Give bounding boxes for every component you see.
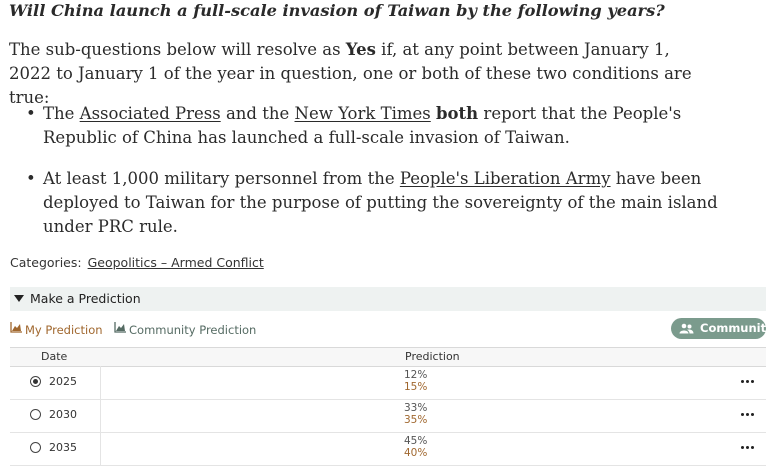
row-radio-button[interactable]: [30, 442, 41, 453]
tab-my-prediction-label: My Prediction: [25, 323, 103, 337]
my-prediction-value: 33%: [404, 402, 428, 414]
condition-item-2: At least 1,000 military personnel from t…: [26, 167, 723, 239]
condition-1-text-a: The: [43, 104, 80, 123]
area-chart-icon: [114, 322, 126, 333]
column-header-prediction: Prediction: [405, 350, 460, 363]
table-row[interactable]: 2030 33% 35%: [10, 399, 766, 433]
make-prediction-label: Make a Prediction: [30, 291, 141, 306]
date-cell: 2035: [10, 432, 101, 465]
community-prediction-value: 40%: [404, 447, 428, 459]
associated-press-link[interactable]: Associated Press: [80, 104, 221, 123]
people-icon: [679, 323, 694, 334]
row-year: 2030: [49, 408, 77, 421]
condition-item-1: The Associated Press and the New York Ti…: [26, 102, 723, 150]
category-link[interactable]: Geopolitics – Armed Conflict: [88, 255, 264, 270]
community-prediction-value: 35%: [404, 414, 428, 426]
intro-paragraph: The sub-questions below will resolve as …: [9, 38, 709, 110]
date-cell: 2030: [10, 399, 101, 432]
categories-line: Categories: Geopolitics – Armed Conflict: [10, 255, 264, 270]
tab-community-prediction-label: Community Prediction: [129, 323, 257, 337]
column-header-date: Date: [41, 350, 68, 363]
categories-label: Categories:: [10, 255, 82, 270]
community-button-label: Community: [700, 321, 771, 335]
prediction-table: Date Prediction 2025 12% 15% 2030 33% 35…: [10, 347, 766, 472]
pla-link[interactable]: People's Liberation Army: [400, 169, 611, 188]
condition-1-text-b: and the: [220, 104, 295, 123]
intro-text-a: The sub-questions below will resolve as: [9, 40, 346, 59]
table-row[interactable]: 2035 45% 40%: [10, 432, 766, 466]
my-prediction-value: 45%: [404, 435, 428, 447]
caret-down-icon: [14, 295, 24, 302]
table-header: Date Prediction: [10, 347, 766, 367]
condition-1-bold: both: [436, 104, 479, 123]
community-button[interactable]: Community: [671, 318, 771, 339]
question-title: Will China launch a full-scale invasion …: [9, 1, 665, 20]
row-year: 2025: [49, 375, 77, 388]
make-prediction-toggle[interactable]: Make a Prediction: [10, 287, 766, 311]
row-radio-button[interactable]: [30, 376, 41, 387]
more-dots-icon[interactable]: [741, 376, 755, 386]
new-york-times-link[interactable]: New York Times: [295, 104, 431, 123]
date-cell: 2025: [10, 366, 101, 399]
more-dots-icon[interactable]: [741, 409, 755, 419]
community-prediction-value: 15%: [404, 381, 428, 393]
condition-2-text-a: At least 1,000 military personnel from t…: [43, 169, 400, 188]
row-radio-button[interactable]: [30, 409, 41, 420]
row-year: 2035: [49, 441, 77, 454]
table-row[interactable]: 2025 12% 15%: [10, 366, 766, 400]
more-dots-icon[interactable]: [741, 442, 755, 452]
area-chart-icon: [10, 322, 22, 333]
intro-yes: Yes: [345, 40, 376, 59]
my-prediction-value: 12%: [404, 369, 428, 381]
